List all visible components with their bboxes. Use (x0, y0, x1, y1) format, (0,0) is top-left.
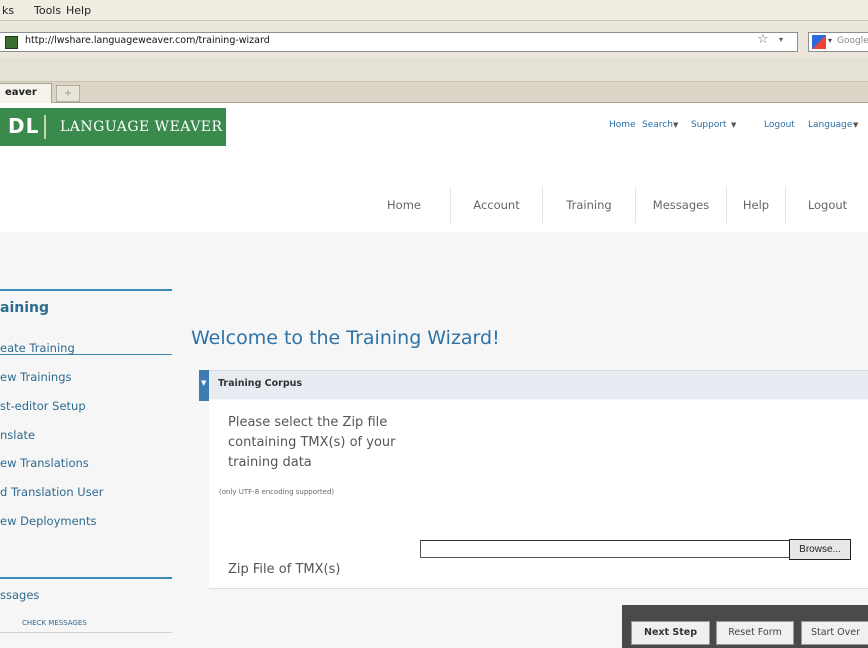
sidebar-divider (0, 289, 172, 291)
site-favicon-icon (5, 36, 18, 49)
toplink-language[interactable]: Language (808, 120, 852, 130)
check-messages-link[interactable]: CHECK MESSAGES (22, 619, 87, 627)
nav-home[interactable]: Home (360, 183, 448, 227)
sidebar-item-add-translation-user[interactable]: d Translation User (0, 485, 103, 499)
sdl-logo[interactable]: DL LANGUAGE WEAVER (0, 108, 226, 146)
collapse-arrow-icon: ▼ (201, 379, 207, 387)
nav-account[interactable]: Account (452, 183, 541, 227)
toplink-search[interactable]: Search (642, 120, 673, 130)
encoding-note: (only UTF-8 encoding supported) (219, 488, 335, 496)
page-title: Welcome to the Training Wizard! (191, 327, 500, 349)
logo-name: LANGUAGE WEAVER (60, 119, 223, 135)
nav-help[interactable]: Help (728, 183, 784, 227)
main-nav: Home Account Training Messages Help Logo… (360, 183, 868, 227)
section-title: Training Corpus (218, 378, 303, 389)
address-url[interactable]: http://lwshare.languageweaver.com/traini… (25, 35, 270, 46)
logo-divider (44, 115, 46, 139)
bookmark-star-icon[interactable]: ☆ (757, 33, 771, 47)
search-dropdown-icon[interactable]: ▼ (673, 121, 678, 129)
tab-title: eaver (5, 87, 37, 98)
browser-tab[interactable]: eaver (0, 83, 52, 103)
menu-tools[interactable]: Tools (34, 4, 61, 17)
nav-divider (542, 187, 543, 223)
toplink-logout[interactable]: Logout (764, 120, 795, 130)
next-step-button[interactable]: Next Step (631, 621, 710, 645)
language-dropdown-icon[interactable]: ▼ (853, 121, 858, 129)
start-over-button[interactable]: Start Over (801, 621, 868, 645)
zip-file-label: Zip File of TMX(s) (228, 562, 341, 577)
tab-strip (0, 82, 868, 103)
sidebar-heading: aining (0, 300, 49, 316)
sidebar-item-view-deployments[interactable]: ew Deployments (0, 514, 96, 528)
nav-training[interactable]: Training (544, 183, 634, 227)
browse-button[interactable]: Browse... (789, 539, 851, 560)
nav-divider (726, 187, 727, 223)
reset-form-button[interactable]: Reset Form (716, 621, 794, 645)
support-dropdown-icon[interactable]: ▼ (731, 121, 736, 129)
search-placeholder: Google (837, 36, 868, 46)
nav-divider (635, 187, 636, 223)
search-engine-dropdown-icon[interactable]: ▾ (828, 36, 832, 45)
sidebar-divider (0, 577, 172, 579)
toplink-home[interactable]: Home (609, 120, 636, 130)
bookmarks-toolbar (0, 57, 868, 82)
new-tab-button[interactable]: + (56, 85, 80, 102)
nav-divider (450, 187, 451, 223)
nav-logout[interactable]: Logout (790, 183, 865, 227)
address-bar[interactable]: http://lwshare.languageweaver.com/traini… (0, 32, 798, 52)
sidebar-item-post-editor-setup[interactable]: st-editor Setup (0, 399, 86, 413)
menu-help[interactable]: Help (66, 4, 91, 17)
sidebar-divider (0, 632, 172, 633)
menu-bookmarks[interactable]: ks (2, 4, 14, 17)
google-icon[interactable] (812, 35, 826, 49)
address-dropdown-icon[interactable]: ▾ (779, 35, 783, 44)
zip-file-input[interactable] (420, 540, 790, 558)
nav-messages[interactable]: Messages (637, 183, 725, 227)
sidebar-item-create-training[interactable]: eate Training (0, 341, 75, 355)
sidebar-messages-heading[interactable]: ssages (0, 588, 39, 602)
sidebar-item-translate[interactable]: nslate (0, 428, 35, 442)
browser-menubar: ks Tools Help (0, 0, 868, 21)
sidebar-item-view-translations[interactable]: ew Translations (0, 456, 89, 470)
collapse-toggle[interactable]: ▼ (199, 370, 209, 401)
toplink-support[interactable]: Support (691, 120, 727, 130)
search-box[interactable]: ▾ Google (808, 32, 868, 52)
instructions: Please select the Zip file containing TM… (228, 415, 396, 470)
nav-divider (785, 187, 786, 223)
logo-sdl-text: DL (8, 114, 40, 138)
sidebar-item-view-trainings[interactable]: ew Trainings (0, 370, 72, 384)
